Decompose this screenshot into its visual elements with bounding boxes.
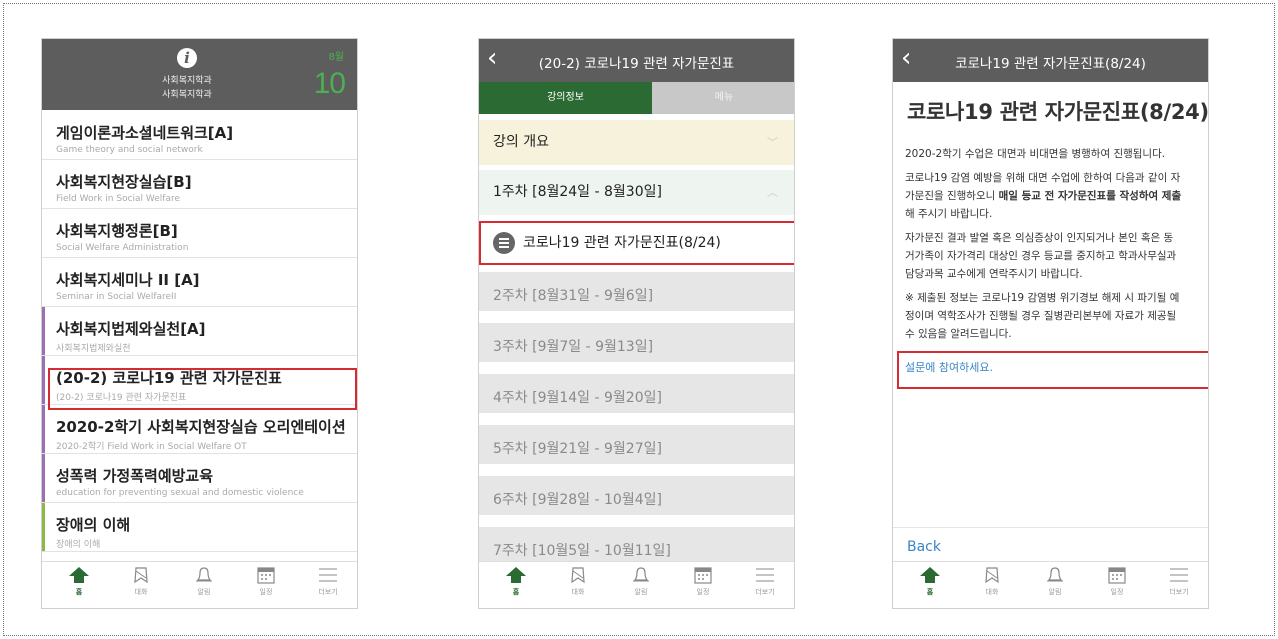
chat-icon (134, 567, 148, 584)
course-item[interactable]: 2020-2학기 사회복지현장실습 오리엔테이션 2020-2학기 Field … (42, 405, 357, 454)
tab-more[interactable]: 더보기 (1157, 566, 1201, 597)
highlight-box (48, 368, 357, 410)
home-icon (69, 567, 89, 583)
calendar-icon (1108, 567, 1126, 584)
course-color-bar (42, 454, 45, 502)
tab-more[interactable]: 더보기 (306, 566, 350, 597)
bottom-tab-bar: 홈 대화 알림 일정 더보기 (893, 561, 1208, 608)
section-label: 1주차 [8월24일 - 8월30일] (493, 184, 662, 200)
section-week-5[interactable]: 5주차 [9월21일 - 9월27일] (479, 425, 794, 470)
course-subtitle: 사회복지법제와실천 (56, 344, 131, 354)
course-color-bar (42, 307, 45, 355)
notice-paragraph-3: 자가문진 결과 발열 혹은 의심증상이 인지되거나 본인 혹은 동 거가족이 자… (905, 232, 1177, 280)
survey-detail-screen: ‹ 코로나19 관련 자가문진표(8/24) 코로나19 관련 자가문진표(8/… (892, 38, 1209, 609)
course-title: 사회복지세미나 II [A] (56, 271, 200, 289)
nav-bar: ‹ 코로나19 관련 자가문진표(8/24) (893, 39, 1208, 82)
chat-icon (985, 567, 999, 584)
chat-icon (571, 567, 585, 584)
back-button[interactable]: Back (907, 539, 941, 555)
tab-schedule[interactable]: 일정 (1095, 566, 1139, 597)
bell-icon (1047, 567, 1063, 582)
course-item[interactable]: 성폭력 가정폭력예방교육 education for preventing se… (42, 454, 357, 503)
tab-course-info[interactable]: 강의정보 (479, 82, 652, 114)
nav-title: 코로나19 관련 자가문진표(8/24) (955, 56, 1146, 72)
bottom-tab-bar: 홈 대화 알림 일정 더보기 (479, 561, 794, 608)
course-item[interactable]: 사회복지법제와실천[A] 사회복지법제와실천 (42, 307, 357, 356)
course-color-bar (42, 356, 45, 404)
course-subtitle: Field Work in Social Welfare (56, 194, 181, 204)
department-label-secondary: 사회복지학과 (162, 90, 212, 100)
course-item[interactable]: 장애의 이해 장애의 이해 (42, 503, 357, 552)
course-item[interactable]: 사회복지행정론[B] Social Welfare Administration (42, 209, 357, 258)
info-icon[interactable]: i (177, 48, 197, 68)
tab-chat[interactable]: 대화 (970, 566, 1014, 597)
section-week-3[interactable]: 3주차 [9월7일 - 9월13일] (479, 323, 794, 368)
tab-chat[interactable]: 대화 (119, 566, 163, 597)
tab-notifications[interactable]: 알림 (182, 566, 226, 597)
course-color-bar (42, 503, 45, 551)
month-label: 8월 (328, 52, 344, 63)
section-overview[interactable]: 강의 개요 ﹀ (479, 120, 794, 165)
course-subtitle: Game theory and social network (56, 145, 203, 155)
divider (893, 527, 1208, 528)
menu-icon (1170, 568, 1188, 582)
section-label: 강의 개요 (493, 134, 549, 150)
menu-icon (756, 568, 774, 582)
tab-home[interactable]: 홈 (494, 566, 538, 597)
page-title: 코로나19 관련 자가문진표(8/24)⚲ (907, 96, 1208, 126)
course-title: 게임이론과소셜네트워크[A] (56, 124, 234, 142)
notice-paragraph-4: ※ 제출된 정보는 코로나19 감염병 위기경보 해제 시 파기될 예 정이며 … (905, 292, 1180, 340)
course-item[interactable]: 사회복지세미나 II [A] Seminar in Social Welfare… (42, 258, 357, 307)
course-color-bar (42, 405, 45, 453)
tab-schedule[interactable]: 일정 (681, 566, 725, 597)
course-title: 장애의 이해 (56, 516, 131, 534)
section-week-1[interactable]: 1주차 [8월24일 - 8월30일] ︿ (479, 170, 794, 215)
course-title: 사회복지법제와실천[A] (56, 320, 206, 338)
course-subtitle: 2020-2학기 Field Work in Social Welfare OT (56, 442, 247, 452)
section-week-2[interactable]: 2주차 [8월31일 - 9월6일] (479, 272, 794, 317)
course-subtitle: education for preventing sexual and dome… (56, 488, 304, 498)
calendar-icon (257, 567, 275, 584)
menu-icon (319, 568, 337, 582)
notice-paragraph-2: 코로나19 감염 예방을 위해 대면 수업에 한하여 다음과 같이 자 가문진을… (905, 172, 1182, 220)
course-item[interactable]: 게임이론과소셜네트워크[A] Game theory and social ne… (42, 111, 357, 160)
highlight-box (897, 351, 1208, 389)
course-title: 사회복지현장실습[B] (56, 173, 192, 191)
tab-notifications[interactable]: 알림 (1033, 566, 1077, 597)
bottom-tab-bar: 홈 대화 알림 일정 더보기 (42, 561, 357, 608)
emphasis-text: 매일 등교 전 자가문진표를 작성하여 제출 (998, 190, 1182, 202)
course-title: 성폭력 가정폭력예방교육 (56, 467, 214, 485)
day-number: 10 (313, 67, 346, 100)
tab-home[interactable]: 홈 (908, 566, 952, 597)
bell-icon (633, 567, 649, 582)
course-subtitle: 장애의 이해 (56, 540, 101, 550)
tab-chat[interactable]: 대화 (556, 566, 600, 597)
section-week-4[interactable]: 4주차 [9월14일 - 9월20일] (479, 374, 794, 419)
tab-menu[interactable]: 메뉴 (652, 82, 794, 114)
calendar-icon (694, 567, 712, 584)
notice-paragraph-1: 2020-2학기 수업은 대면과 비대면을 병행하여 진행됩니다. (905, 148, 1166, 160)
tab-home[interactable]: 홈 (57, 566, 101, 597)
course-subtitle: Seminar in Social WelfareII (56, 292, 177, 302)
department-label: 사회복지학과 (162, 76, 212, 86)
highlight-box (479, 221, 794, 265)
tab-schedule[interactable]: 일정 (244, 566, 288, 597)
tab-notifications[interactable]: 알림 (619, 566, 663, 597)
course-title: 사회복지행정론[B] (56, 222, 178, 240)
tab-more[interactable]: 더보기 (743, 566, 787, 597)
chevron-down-icon: ﹀ (767, 136, 778, 149)
nav-title: (20-2) 코로나19 관련 자가문진표 (538, 56, 735, 72)
home-icon (920, 567, 940, 583)
profile-header: i 사회복지학과 사회복지학과 8월 10 (42, 39, 357, 110)
course-detail-screen: ‹ (20-2) 코로나19 관련 자가문진표 강의정보 메뉴 강의 개요 ﹀ … (478, 38, 795, 609)
course-title: 2020-2학기 사회복지현장실습 오리엔테이션 (56, 418, 346, 436)
chevron-up-icon: ︿ (767, 186, 778, 199)
bell-icon (196, 567, 212, 582)
course-list-screen: i 사회복지학과 사회복지학과 8월 10 게임이론과소셜네트워크[A] Gam… (41, 38, 358, 609)
home-icon (506, 567, 526, 583)
section-week-6[interactable]: 6주차 [9월28일 - 10월4일] (479, 476, 794, 521)
course-item[interactable]: 사회복지현장실습[B] Field Work in Social Welfare (42, 160, 357, 209)
nav-bar: ‹ (20-2) 코로나19 관련 자가문진표 (479, 39, 794, 82)
course-subtitle: Social Welfare Administration (56, 243, 189, 253)
